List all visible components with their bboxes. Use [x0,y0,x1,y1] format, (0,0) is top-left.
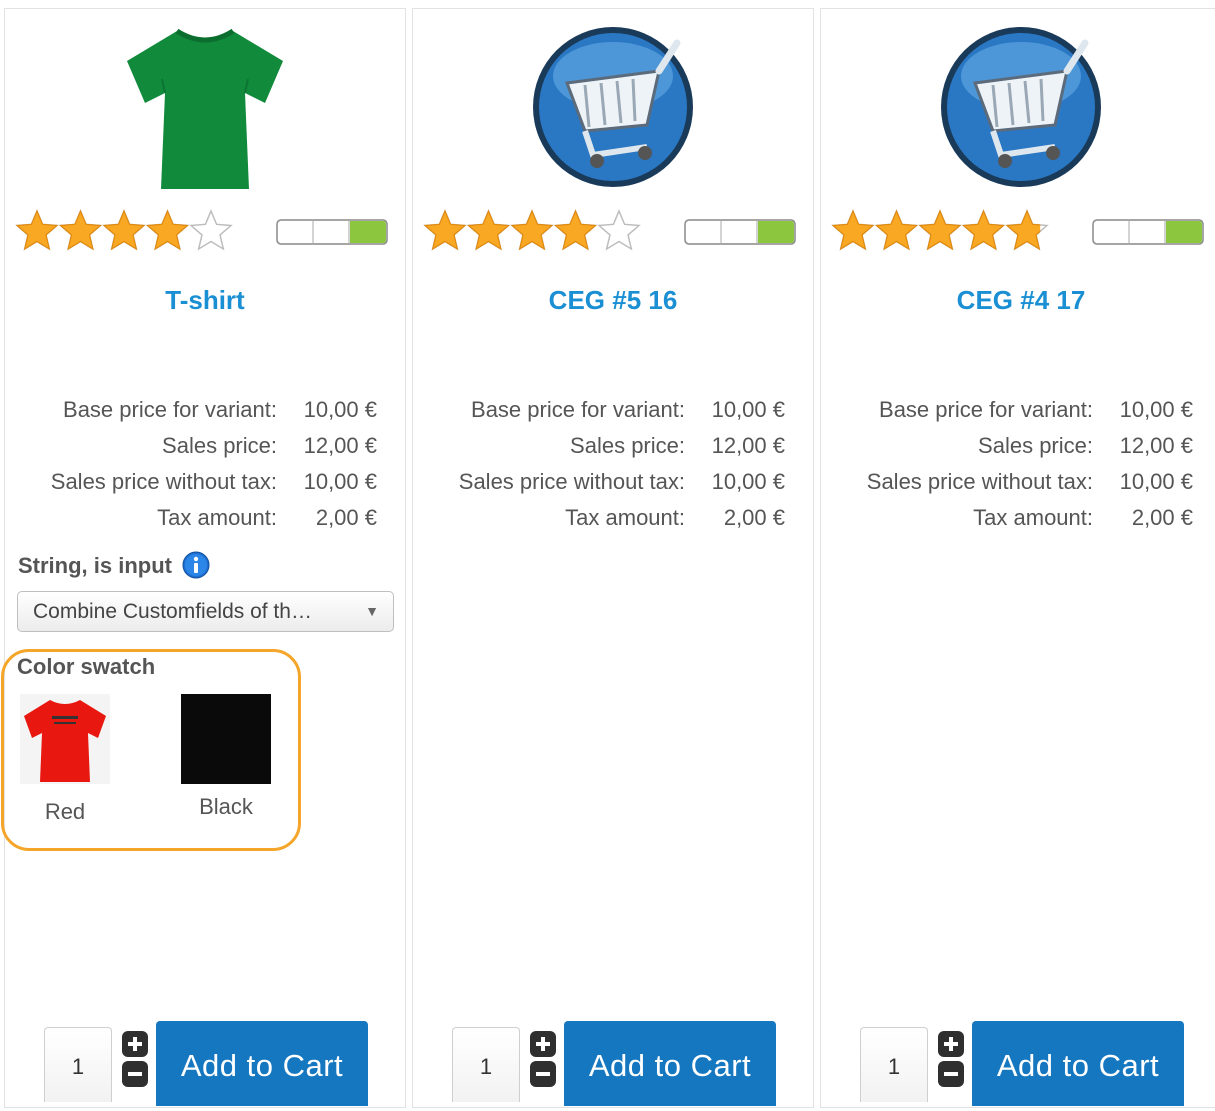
price-label: Sales price: [162,433,277,458]
price-value: 10,00 € [303,469,377,494]
custom-field-label: String, is input [18,551,210,579]
price-label: Sales price: [570,433,685,458]
price-value: 10,00 € [303,397,377,422]
rating-stars [831,209,1049,251]
shopping-cart-icon [941,27,1101,187]
info-icon[interactable] [182,551,210,579]
price-table: Base price for variant: 10,00 € Sales pr… [5,392,377,536]
quantity-input[interactable]: 1 [44,1027,112,1102]
price-value: 2,00 € [1131,505,1193,530]
swatch-option-red[interactable]: Red [19,694,111,825]
product-image[interactable] [5,21,405,201]
rating-star [466,209,511,251]
price-row: Base price for variant: 10,00 € [413,392,785,428]
price-value: 12,00 € [711,433,785,458]
price-row: Base price for variant: 10,00 € [821,392,1193,428]
price-table: Base price for variant: 10,00 € Sales pr… [413,392,785,536]
rating-star [145,209,190,251]
rating-stars [423,209,641,251]
add-to-cart-button[interactable]: Add to Cart [564,1021,776,1106]
tshirt-icon [127,28,283,189]
product-title[interactable]: T-shirt [5,285,405,316]
price-row: Sales price without tax: 10,00 € [5,464,377,500]
add-to-cart-button[interactable]: Add to Cart [156,1021,368,1106]
price-value: 2,00 € [315,505,377,530]
price-label: Sales price without tax: [866,469,1093,494]
chevron-down-icon: ▼ [365,603,379,619]
price-row: Sales price without tax: 10,00 € [413,464,785,500]
quantity-input[interactable]: 1 [452,1027,520,1102]
rating-stars [15,209,233,251]
product-title[interactable]: CEG #4 17 [821,285,1215,316]
price-label: Tax amount: [565,505,685,530]
rating-star [102,209,146,251]
customfield-dropdown[interactable]: Combine Customfields of th… ▼ [17,591,394,632]
plus-icon[interactable] [938,1031,964,1057]
plus-icon[interactable] [530,1031,556,1057]
product-card-ceg4: CEG #4 17 Base price for variant: 10,00 … [820,8,1215,1108]
price-table: Base price for variant: 10,00 € Sales pr… [821,392,1193,536]
dropdown-selected-value: Combine Customfields of th… [33,600,312,623]
add-to-cart-button[interactable]: Add to Cart [972,1021,1184,1106]
product-card-ceg5: CEG #5 16 Base price for variant: 10,00 … [412,8,814,1108]
price-label: Base price for variant: [63,397,277,422]
rating-star [918,209,962,251]
stock-level-indicator [1092,219,1204,245]
product-title[interactable]: CEG #5 16 [413,285,813,316]
price-label: Base price for variant: [471,397,685,422]
black-swatch-image [181,694,271,784]
price-value: 2,00 € [723,505,785,530]
color-swatch-label: Color swatch [17,654,156,679]
product-image[interactable] [821,21,1215,201]
price-row: Base price for variant: 10,00 € [5,392,377,428]
price-label: Tax amount: [973,505,1093,530]
price-row: Tax amount: 2,00 € [5,500,377,536]
price-label: Tax amount: [157,505,277,530]
price-value: 10,00 € [1119,469,1193,494]
price-value: 10,00 € [711,469,785,494]
shopping-cart-icon [533,27,693,187]
price-value: 10,00 € [711,397,785,422]
rating-star [189,209,233,251]
product-card-tshirt: T-shirt Base price for variant: 10,00 € … [1,8,406,1108]
rating-star [423,209,467,251]
price-label: Sales price: [978,433,1093,458]
rating-star [1005,209,1049,251]
price-value: 10,00 € [1119,397,1193,422]
price-row: Sales price: 12,00 € [821,428,1193,464]
stock-level-indicator [276,219,388,245]
quantity-input[interactable]: 1 [860,1027,928,1102]
red-tshirt-icon [20,694,110,784]
swatch-option-black[interactable]: Black [180,694,272,820]
price-row: Sales price: 12,00 € [413,428,785,464]
price-row: Tax amount: 2,00 € [821,500,1193,536]
minus-icon[interactable] [938,1061,964,1087]
price-label: Sales price without tax: [458,469,685,494]
rating-star [874,209,919,251]
price-value: 12,00 € [303,433,377,458]
price-label: Base price for variant: [879,397,1093,422]
rating-star [961,209,1006,251]
price-label: Sales price without tax: [50,469,277,494]
price-row: Sales price: 12,00 € [5,428,377,464]
minus-icon[interactable] [530,1061,556,1087]
plus-icon[interactable] [122,1031,148,1057]
swatch-label: Black [199,794,253,819]
rating-star [510,209,554,251]
price-row: Tax amount: 2,00 € [413,500,785,536]
rating-star [553,209,598,251]
minus-icon[interactable] [122,1061,148,1087]
price-row: Sales price without tax: 10,00 € [821,464,1193,500]
swatch-label: Red [44,799,86,824]
rating-star [58,209,103,251]
rating-star [15,209,59,251]
stock-level-indicator [684,219,796,245]
custom-field-label-text: String, is input [18,553,172,578]
price-value: 12,00 € [1119,433,1193,458]
product-image[interactable] [413,21,813,201]
rating-star [831,209,875,251]
rating-star [597,209,641,251]
